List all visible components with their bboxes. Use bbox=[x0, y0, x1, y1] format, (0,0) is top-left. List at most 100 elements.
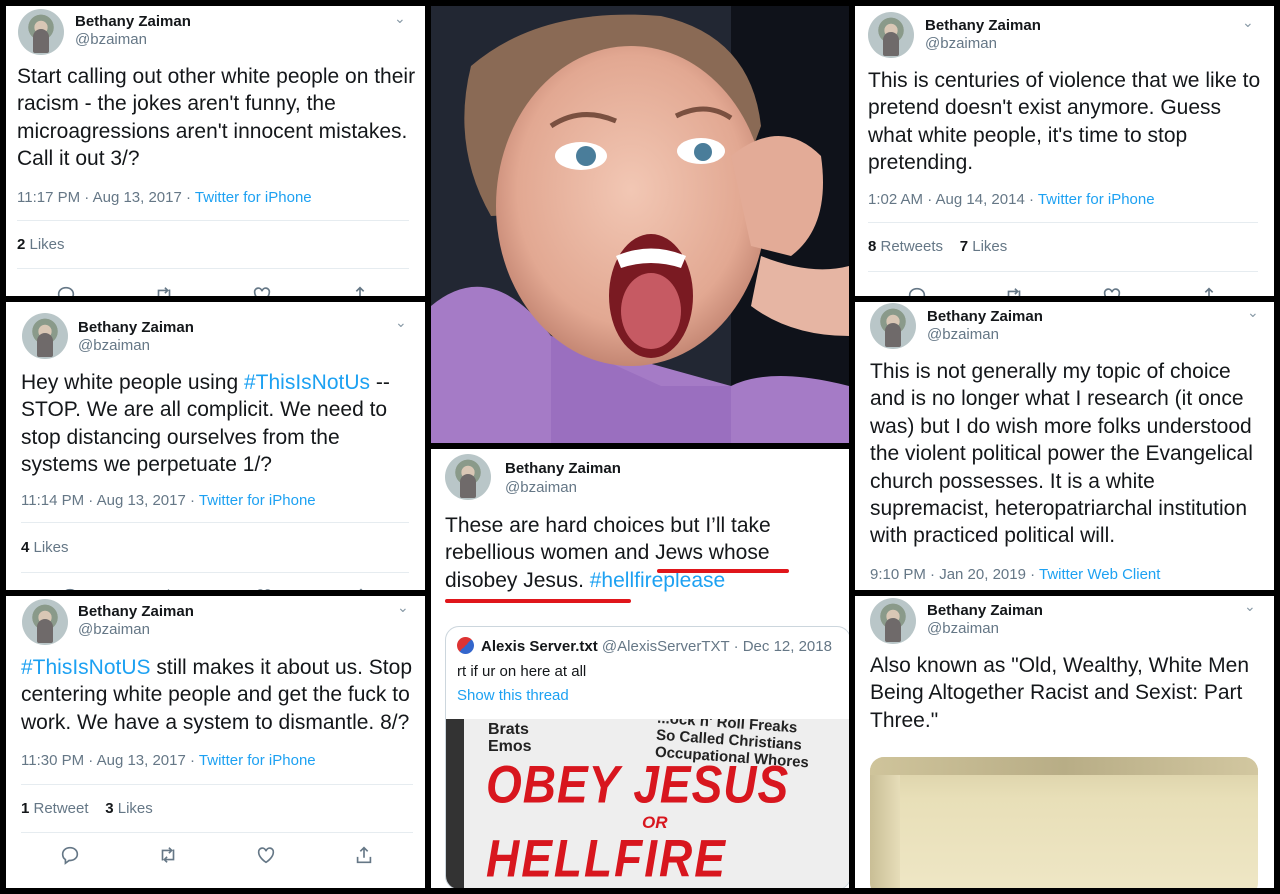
author-name[interactable]: Bethany Zaiman bbox=[925, 17, 1041, 34]
chevron-down-icon[interactable]: ⌄ bbox=[394, 10, 406, 27]
share-icon[interactable] bbox=[346, 582, 376, 590]
tweet-actions bbox=[17, 280, 409, 296]
tweet-meta: 11:14 PM · Aug 13, 2017 · Twitter for iP… bbox=[21, 492, 316, 509]
tweet-card-4: Bethany Zaiman @bzaiman These are hard c… bbox=[431, 449, 849, 888]
avatar[interactable] bbox=[868, 12, 914, 58]
red-underline bbox=[445, 599, 631, 603]
tweet-text: This is centuries of violence that we li… bbox=[868, 69, 1261, 175]
divider bbox=[21, 572, 409, 573]
like-icon[interactable] bbox=[247, 280, 277, 296]
author-name[interactable]: Bethany Zaiman bbox=[78, 319, 194, 336]
author-handle[interactable]: @bzaiman bbox=[78, 337, 150, 354]
tweet-text: Start calling out other white people on … bbox=[17, 65, 416, 171]
retweet-icon[interactable] bbox=[153, 840, 183, 870]
tweet-image[interactable] bbox=[870, 757, 1258, 888]
author-name[interactable]: Bethany Zaiman bbox=[927, 602, 1043, 619]
share-icon[interactable] bbox=[1194, 281, 1224, 296]
tweet-text: These are hard choices but I’ll take reb… bbox=[445, 514, 771, 592]
tweet-text: #ThisIsNotUS still makes it about us. St… bbox=[21, 656, 413, 734]
divider bbox=[17, 220, 409, 221]
show-thread-link[interactable]: Show this thread bbox=[457, 687, 569, 704]
avatar[interactable] bbox=[22, 313, 68, 359]
like-icon[interactable] bbox=[249, 582, 279, 590]
tweet-card-2: Bethany Zaiman @bzaiman ⌄ Hey white peop… bbox=[6, 302, 425, 590]
author-handle[interactable]: @bzaiman bbox=[927, 620, 999, 637]
author-name[interactable]: Bethany Zaiman bbox=[75, 13, 191, 30]
divider bbox=[17, 268, 409, 269]
sign-headline: HELLFIRE bbox=[486, 828, 727, 888]
tweet-meta: 11:17 PM · Aug 13, 2017 · Twitter for iP… bbox=[17, 189, 312, 206]
quote-avatar[interactable] bbox=[457, 637, 474, 654]
photo-illustration bbox=[431, 6, 849, 443]
quote-header: Alexis Server.txt @AlexisServerTXT · Dec… bbox=[481, 638, 832, 655]
tweet-card-6: Bethany Zaiman @bzaiman ⌄ This is not ge… bbox=[855, 302, 1274, 590]
tweet-source-link[interactable]: Twitter for iPhone bbox=[1038, 191, 1155, 208]
sign-line: Brats Emos bbox=[488, 721, 532, 755]
tweet-actions bbox=[21, 582, 409, 590]
like-icon[interactable] bbox=[1097, 281, 1127, 296]
avatar[interactable] bbox=[870, 303, 916, 349]
avatar[interactable] bbox=[445, 454, 491, 500]
chevron-down-icon[interactable]: ⌄ bbox=[397, 599, 409, 616]
chevron-down-icon[interactable]: ⌄ bbox=[1247, 304, 1259, 321]
red-underline bbox=[657, 569, 789, 573]
divider bbox=[21, 522, 409, 523]
tweet-meta: 11:30 PM · Aug 13, 2017 · Twitter for iP… bbox=[21, 752, 316, 769]
tweet-source-link[interactable]: Twitter Web Client bbox=[1039, 566, 1160, 583]
tweet-card-5: Bethany Zaiman @bzaiman ⌄ This is centur… bbox=[855, 6, 1274, 296]
author-name[interactable]: Bethany Zaiman bbox=[505, 460, 621, 477]
tweet-source-link[interactable]: Twitter for iPhone bbox=[195, 189, 312, 206]
share-icon[interactable] bbox=[345, 280, 375, 296]
tweet-stats[interactable]: 2 Likes bbox=[17, 236, 65, 253]
author-handle[interactable]: @bzaiman bbox=[927, 326, 999, 343]
share-icon[interactable] bbox=[349, 840, 379, 870]
chevron-down-icon[interactable]: ⌄ bbox=[395, 314, 407, 331]
like-icon[interactable] bbox=[251, 840, 281, 870]
avatar[interactable] bbox=[870, 598, 916, 644]
tweet-stats[interactable]: 4 Likes bbox=[21, 539, 69, 556]
profile-photo bbox=[431, 6, 849, 443]
quote-handle-date: @AlexisServerTXT · Dec 12, 2018 bbox=[597, 638, 832, 655]
author-handle[interactable]: @bzaiman bbox=[505, 479, 577, 496]
tweet-actions bbox=[21, 840, 413, 870]
protest-sign-image: Brats Emos ...ock n' Roll Freaks So Called… bbox=[446, 719, 849, 888]
chevron-down-icon[interactable]: ⌄ bbox=[1244, 598, 1256, 615]
tweet-meta: 9:10 PM · Jan 20, 2019 · Twitter Web Cli… bbox=[870, 566, 1160, 583]
author-name[interactable]: Bethany Zaiman bbox=[927, 308, 1043, 325]
reply-icon[interactable] bbox=[902, 281, 932, 296]
sign-headline: OBEY JESUS bbox=[486, 754, 790, 814]
avatar[interactable] bbox=[18, 9, 64, 55]
tweet-source-link[interactable]: Twitter for iPhone bbox=[199, 752, 316, 769]
tweet-text: Hey white people using #ThisIsNotUs -- S… bbox=[21, 371, 390, 477]
reply-icon[interactable] bbox=[51, 280, 81, 296]
quote-author-name[interactable]: Alexis Server.txt bbox=[481, 638, 598, 655]
divider bbox=[21, 784, 413, 785]
tweet-text: Also known as "Old, Wealthy, White Men B… bbox=[870, 654, 1249, 732]
author-name[interactable]: Bethany Zaiman bbox=[78, 603, 194, 620]
tweet-time: 1:02 AM · Aug 14, 2014 · bbox=[868, 191, 1038, 208]
tweet-actions bbox=[868, 281, 1258, 296]
divider bbox=[868, 222, 1258, 223]
author-handle[interactable]: @bzaiman bbox=[75, 31, 147, 48]
tweet-text: This is not generally my topic of choice… bbox=[870, 360, 1253, 548]
hashtag-link[interactable]: #ThisIsNotUs bbox=[244, 371, 370, 394]
chevron-down-icon[interactable]: ⌄ bbox=[1242, 14, 1254, 31]
divider bbox=[868, 271, 1258, 272]
retweet-icon[interactable] bbox=[149, 280, 179, 296]
retweet-icon[interactable] bbox=[999, 281, 1029, 296]
avatar[interactable] bbox=[22, 599, 68, 645]
author-handle[interactable]: @bzaiman bbox=[925, 35, 997, 52]
tweet-time: 11:30 PM · Aug 13, 2017 · bbox=[21, 752, 199, 769]
tweet-card-7: Bethany Zaiman @bzaiman ⌄ Also known as … bbox=[855, 596, 1274, 888]
reply-icon[interactable] bbox=[55, 582, 85, 590]
tweet-source-link[interactable]: Twitter for iPhone bbox=[199, 492, 316, 509]
divider bbox=[21, 832, 413, 833]
tweet-stats[interactable]: 1 Retweet 3 Likes bbox=[21, 800, 153, 817]
hashtag-link[interactable]: #ThisIsNotUS bbox=[21, 656, 151, 679]
reply-icon[interactable] bbox=[55, 840, 85, 870]
tweet-stats[interactable]: 8 Retweets 7 Likes bbox=[868, 238, 1007, 255]
retweet-icon[interactable] bbox=[152, 582, 182, 590]
author-handle[interactable]: @bzaiman bbox=[78, 621, 150, 638]
quote-text: rt if ur on here at all bbox=[457, 663, 587, 680]
quoted-tweet[interactable]: Alexis Server.txt @AlexisServerTXT · Dec… bbox=[445, 626, 849, 888]
